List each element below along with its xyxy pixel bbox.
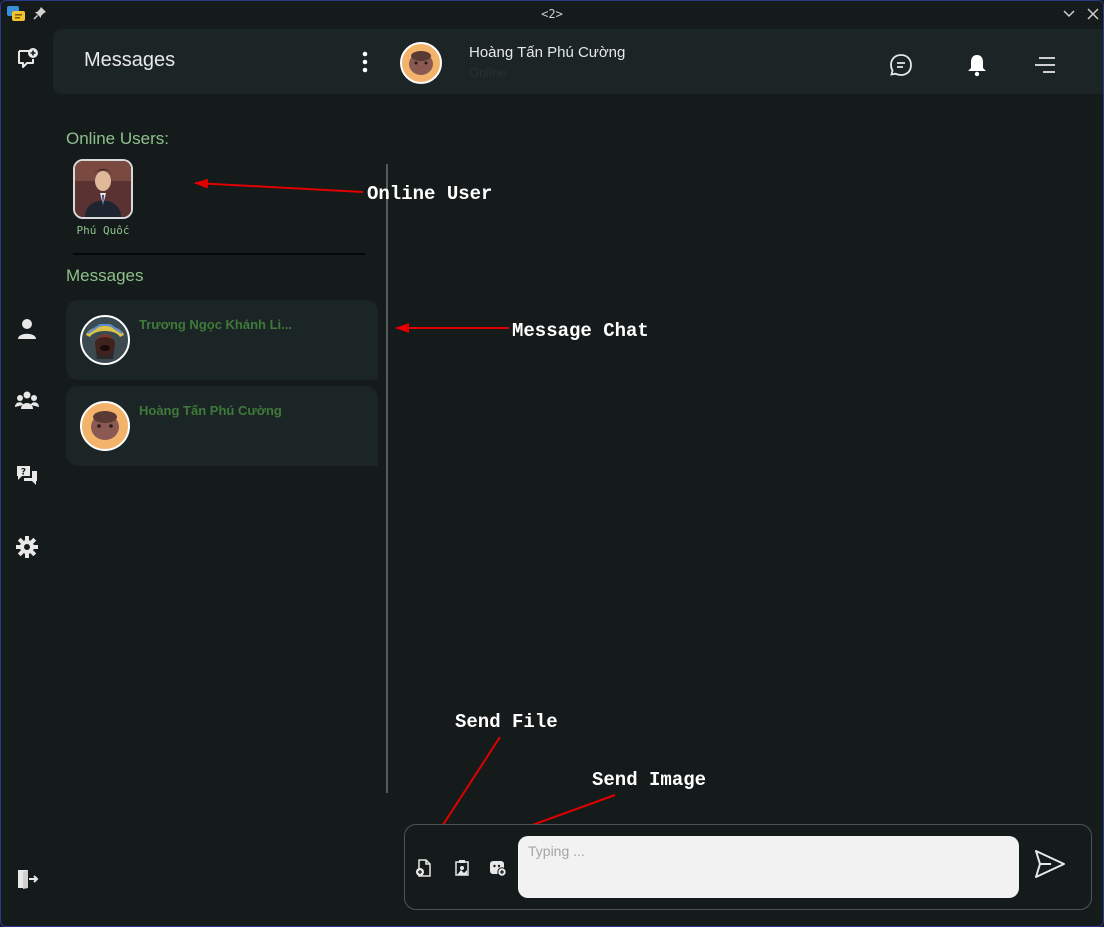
online-user-name: Phú Quốc — [76, 224, 130, 237]
menu-icon[interactable] — [1033, 53, 1057, 77]
sidebar-rail: ? — [1, 29, 53, 926]
more-options-icon[interactable] — [357, 51, 373, 73]
page-title: Messages — [84, 49, 176, 71]
group-icon[interactable] — [15, 389, 39, 413]
section-divider — [73, 253, 365, 255]
annotation-send-file: Send File — [455, 711, 558, 733]
window-title: <2> — [541, 7, 563, 21]
svg-text:?: ? — [21, 468, 26, 478]
send-image-icon[interactable] — [453, 859, 471, 877]
user-icon[interactable] — [15, 317, 39, 341]
annotation-online-user: Online User — [367, 183, 493, 205]
bell-icon[interactable] — [965, 53, 989, 77]
new-chat-icon[interactable] — [15, 47, 39, 71]
title-bar: <2> — [1, 1, 1103, 29]
online-user-photo — [75, 161, 131, 217]
app-window: <2> ? Messages Hoàng Tấn Phú Cường Onlin… — [0, 0, 1104, 927]
message-composer — [404, 824, 1092, 910]
contact-status: Online — [469, 65, 507, 80]
annotation-message-chat: Message Chat — [512, 320, 649, 342]
message-input[interactable] — [518, 836, 1019, 898]
help-chat-icon[interactable]: ? — [15, 463, 39, 487]
header-bar: Messages Hoàng Tấn Phú Cường Online — [53, 29, 1103, 94]
chevron-down-icon[interactable] — [1062, 7, 1076, 21]
gear-icon[interactable] — [15, 535, 39, 559]
messages-label: Messages — [66, 266, 144, 285]
pane-divider — [386, 164, 388, 793]
chat-bubble-icon[interactable] — [889, 53, 913, 77]
contact-name: Hoàng Tấn Phú Cường — [469, 44, 626, 61]
logout-icon[interactable] — [15, 867, 39, 891]
contact-avatar[interactable] — [400, 42, 442, 84]
annotation-send-image: Send Image — [592, 769, 707, 791]
send-icon[interactable] — [1033, 847, 1067, 881]
chat-avatar — [80, 401, 130, 451]
chat-avatar — [80, 315, 130, 365]
chat-name: Trương Ngọc Khánh Li... — [139, 317, 292, 332]
close-icon[interactable] — [1086, 7, 1100, 21]
send-file-icon[interactable] — [415, 859, 433, 877]
chat-name: Hoàng Tấn Phú Cường — [139, 403, 282, 418]
online-users-label: Online Users: — [66, 129, 169, 148]
online-user-avatar[interactable] — [73, 159, 133, 219]
chat-list-item[interactable]: Hoàng Tấn Phú Cường — [66, 386, 378, 466]
arrow-online-user — [194, 178, 364, 193]
chat-list-item[interactable]: Trương Ngọc Khánh Li... — [66, 300, 378, 380]
add-sticker-icon[interactable] — [489, 859, 507, 877]
